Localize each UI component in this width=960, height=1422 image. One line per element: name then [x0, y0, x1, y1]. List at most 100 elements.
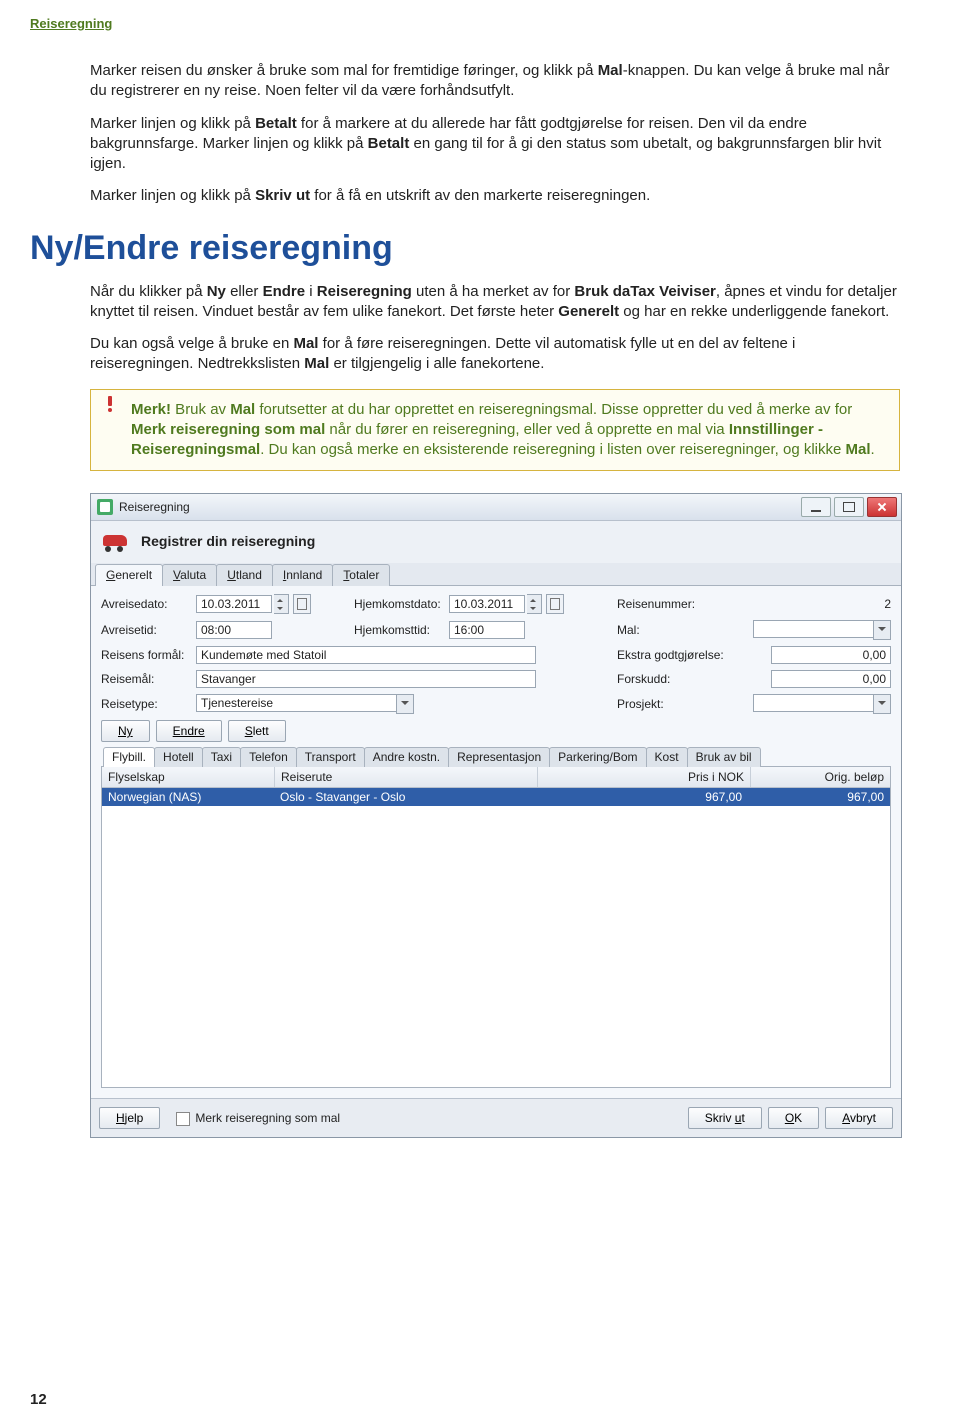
subtab-telefon[interactable]: Telefon: [240, 747, 297, 767]
app-icon: [97, 499, 113, 515]
calendar-icon[interactable]: [293, 594, 311, 614]
table-row[interactable]: Norwegian (NAS) Oslo - Stavanger - Oslo …: [102, 788, 890, 806]
col-reiserute[interactable]: Reiserute: [275, 767, 538, 787]
chevron-down-icon[interactable]: [873, 620, 891, 640]
text: når du fører en reiseregning, eller ved …: [325, 421, 729, 438]
subtab-andre[interactable]: Andre kostn.: [364, 747, 449, 767]
mnemonic: G: [106, 568, 115, 582]
mnemonic: B: [696, 750, 704, 764]
text: .: [871, 441, 875, 458]
cell-flyselskap: Norwegian (NAS): [102, 788, 274, 806]
tab-generelt[interactable]: Generelt: [95, 564, 163, 586]
forskudd-input[interactable]: [771, 670, 891, 688]
formaal-input[interactable]: [196, 646, 536, 664]
text: ndre kostn.: [381, 750, 440, 764]
mnemonic: H: [163, 750, 172, 764]
mnemonic: A: [842, 1111, 850, 1125]
text: Skriv: [705, 1111, 735, 1125]
text: nnland: [286, 568, 322, 582]
checkbox-icon[interactable]: [176, 1112, 190, 1126]
label-avreisetid: Avreisetid:: [101, 623, 196, 637]
tab-valuta[interactable]: Valuta: [162, 564, 217, 586]
text: Marker linjen og klikk på: [90, 187, 255, 204]
mal-combo[interactable]: [753, 620, 873, 638]
subtab-transport[interactable]: Transport: [296, 747, 365, 767]
maximize-button[interactable]: [834, 497, 864, 517]
text: Ta: [211, 750, 224, 764]
text: jelp: [125, 1111, 144, 1125]
text-bold: Mal: [230, 401, 255, 418]
label-ekstra: Ekstra godtgjørelse:: [617, 648, 732, 662]
label-forskudd: Forskudd:: [617, 672, 732, 686]
mnemonic: P: [558, 750, 566, 764]
mnemonic: U: [227, 568, 236, 582]
form-area: Avreisedato: Hjemkomstdato: Reisenummer:…: [91, 586, 901, 1098]
col-pris-nok[interactable]: Pris i NOK: [538, 767, 751, 787]
text-bold: Mal: [293, 335, 318, 352]
paragraph-mal: Marker reisen du ønsker å bruke som mal …: [90, 61, 900, 102]
subtab-hotell[interactable]: Hotell: [154, 747, 203, 767]
skrivut-button[interactable]: Skriv ut: [688, 1107, 762, 1129]
text: Te: [249, 750, 262, 764]
tab-utland[interactable]: Utland: [216, 564, 273, 586]
tab-innland[interactable]: Innland: [272, 564, 333, 586]
label-prosjekt: Prosjekt:: [617, 697, 732, 711]
subtab-representasjon[interactable]: Representasjon: [448, 747, 550, 767]
avreisetid-input[interactable]: [196, 621, 272, 639]
text: Ny: [118, 724, 133, 738]
table: Flyselskap Reiserute Pris i NOK Orig. be…: [101, 767, 891, 1088]
text: enerelt: [115, 568, 152, 582]
ekstra-input[interactable]: [771, 646, 891, 664]
callout-note: Merk! Bruk av Mal forutsetter at du har …: [90, 389, 900, 472]
endre-button[interactable]: Endre: [156, 720, 222, 742]
main-tabs: Generelt Valuta Utland Innland Totaler: [91, 563, 901, 586]
avreisedato-input[interactable]: [196, 595, 272, 613]
minimize-button[interactable]: [801, 497, 831, 517]
checkbox-merk-mal[interactable]: Merk reiseregning som mal: [176, 1111, 340, 1126]
subtab-flybill[interactable]: Flybill.: [103, 747, 155, 767]
ok-button[interactable]: OK: [768, 1107, 819, 1129]
label-reisenummer: Reisenummer:: [617, 597, 732, 611]
paragraph-betalt: Marker linjen og klikk på Betalt for å m…: [90, 114, 900, 175]
doc-header: Reiseregning: [30, 16, 900, 31]
subtab-taxi[interactable]: Taxi: [202, 747, 241, 767]
mnemonic: A: [373, 750, 381, 764]
prosjekt-combo[interactable]: [753, 694, 873, 712]
text-bold: Mal: [846, 441, 871, 458]
col-orig-belop[interactable]: Orig. beløp: [751, 767, 890, 787]
text: tland: [236, 568, 262, 582]
hjelp-button[interactable]: Hjelp: [99, 1107, 160, 1129]
date-spinner[interactable]: [527, 594, 542, 614]
subtab-parkering[interactable]: Parkering/Bom: [549, 747, 646, 767]
reisemaal-input[interactable]: [196, 670, 536, 688]
label-mal: Mal:: [617, 623, 732, 637]
text: vbryt: [850, 1111, 876, 1125]
hjemkomsttid-input[interactable]: [449, 621, 525, 639]
slett-button[interactable]: Slett: [228, 720, 286, 742]
label-avreisedato: Avreisedato:: [101, 597, 196, 611]
text-bold: Generelt: [558, 303, 619, 320]
label-reisetype: Reisetype:: [101, 697, 196, 711]
titlebar[interactable]: Reiseregning: [91, 494, 901, 521]
window-title: Reiseregning: [119, 500, 190, 514]
col-flyselskap[interactable]: Flyselskap: [102, 767, 275, 787]
section-heading: Ny/Endre reiseregning: [30, 229, 900, 268]
chevron-down-icon[interactable]: [873, 694, 891, 714]
chevron-down-icon[interactable]: [396, 694, 414, 714]
avbryt-button[interactable]: Avbryt: [825, 1107, 893, 1129]
tab-totaler[interactable]: Totaler: [332, 564, 390, 586]
subtab-kost[interactable]: Kost: [646, 747, 688, 767]
text: ruk av bil: [704, 750, 752, 764]
reisetype-combo[interactable]: [196, 694, 396, 712]
text-bold: Betalt: [368, 135, 410, 152]
text: . Du kan også merke en eksisterende reis…: [260, 441, 845, 458]
text: aluta: [180, 568, 206, 582]
text: lett: [253, 724, 269, 738]
text: Marker reisen du ønsker å bruke som mal …: [90, 62, 598, 79]
calendar-icon[interactable]: [546, 594, 564, 614]
hjemkomstdato-input[interactable]: [449, 595, 525, 613]
ny-button[interactable]: Ny: [101, 720, 150, 742]
date-spinner[interactable]: [274, 594, 289, 614]
close-button[interactable]: [867, 497, 897, 517]
subtab-bruk-av-bil[interactable]: Bruk av bil: [687, 747, 761, 767]
